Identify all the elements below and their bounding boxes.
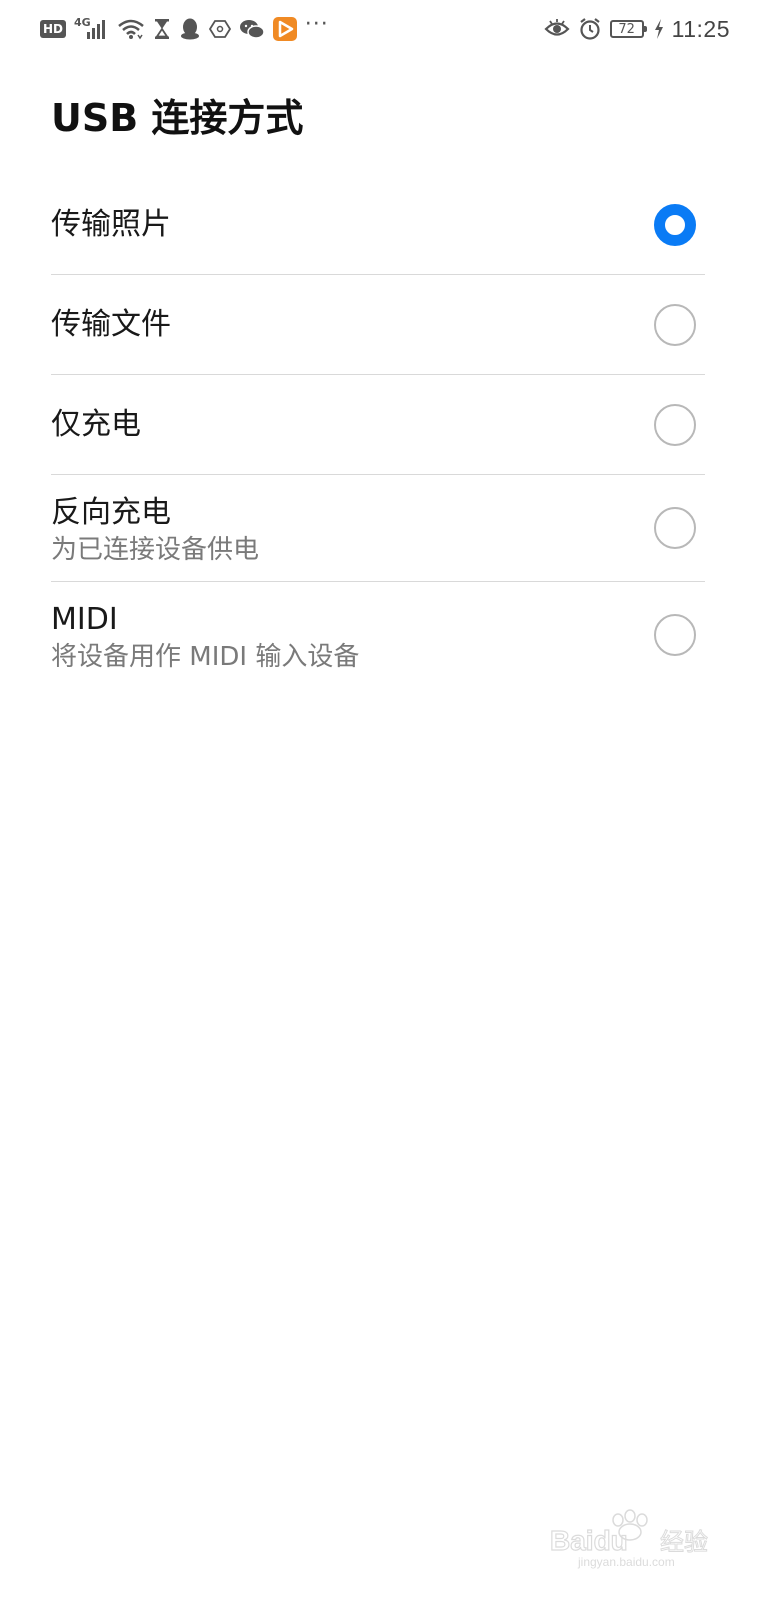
option-label: 反向充电 (51, 495, 171, 530)
wifi-icon (117, 18, 145, 40)
baidu-jingyan-watermark: Baidu 经验 jingyan.baidu.com (548, 1508, 718, 1570)
radio-button[interactable] (654, 614, 696, 656)
watermark-brand: Baidu (550, 1525, 628, 1556)
option-label: MIDI (51, 602, 118, 637)
radio-button-selected[interactable] (654, 204, 696, 246)
radio-button[interactable] (654, 304, 696, 346)
option-midi[interactable]: MIDI 将设备用作 MIDI 输入设备 (51, 582, 705, 689)
radio-button[interactable] (654, 404, 696, 446)
hourglass-icon (153, 18, 171, 40)
more-notifications-icon: ··· (304, 12, 329, 37)
option-reverse-charging[interactable]: 反向充电 为已连接设备供电 (51, 475, 705, 582)
status-bar-clock: 11:25 (671, 15, 730, 42)
wechat-icon (239, 18, 265, 40)
usb-mode-options-list: 传输照片 传输文件 仅充电 反向充电 为已连接设备供电 MIDI 将设备用作 M… (51, 175, 705, 689)
watermark-brand-cn: 经验 (660, 1528, 708, 1556)
alarm-icon (578, 17, 602, 41)
status-bar-right: 72 11:25 (544, 14, 730, 44)
option-subtitle: 为已连接设备供电 (51, 535, 260, 565)
option-transfer-photos[interactable]: 传输照片 (51, 175, 705, 275)
status-bar-left: HD 4G ··· (40, 14, 329, 44)
signal-4g-icon: 4G (74, 15, 109, 40)
network-type-label: 4G (74, 15, 91, 29)
eye-icon (544, 18, 570, 40)
usb-connection-screen: HD 4G ··· 72 11:25 USB 连接方式 传输照片 传输文件 仅充… (0, 0, 770, 1600)
option-label: 传输照片 (51, 207, 171, 242)
option-label: 传输文件 (51, 307, 171, 342)
status-bar: HD 4G ··· 72 11:25 (0, 0, 770, 58)
qq-icon (179, 17, 201, 41)
option-charge-only[interactable]: 仅充电 (51, 375, 705, 475)
option-transfer-files[interactable]: 传输文件 (51, 275, 705, 375)
charging-icon (654, 19, 664, 39)
radio-button[interactable] (654, 507, 696, 549)
page-title: USB 连接方式 (51, 96, 304, 140)
watermark-domain: jingyan.baidu.com (577, 1555, 675, 1569)
hexagon-app-icon (208, 18, 231, 40)
option-label: 仅充电 (51, 407, 141, 442)
video-app-icon (272, 17, 297, 41)
option-subtitle: 将设备用作 MIDI 输入设备 (51, 642, 360, 672)
battery-icon: 72 (609, 20, 647, 38)
hd-badge-icon: HD (40, 20, 67, 38)
